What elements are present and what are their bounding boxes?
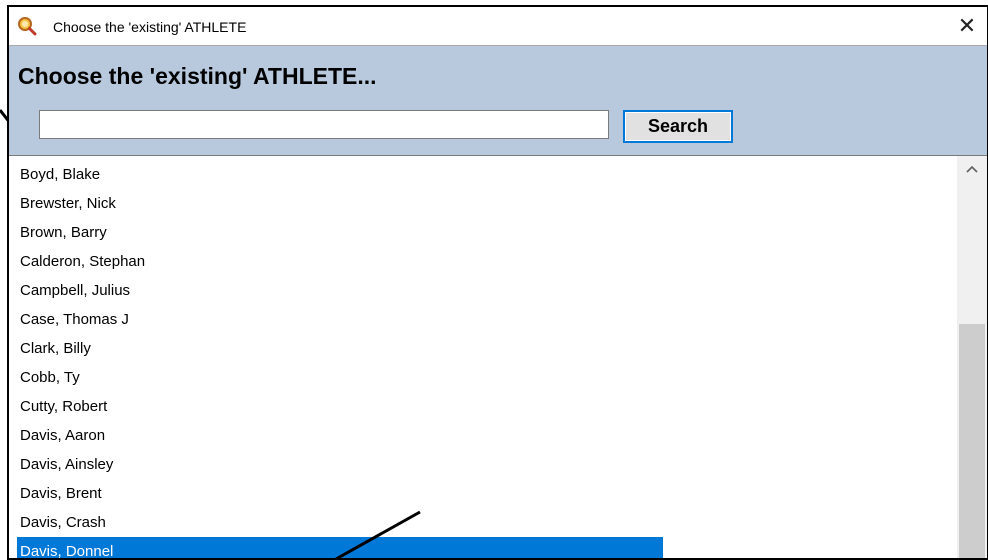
list-item[interactable]: Davis, Brent	[17, 479, 663, 508]
list-item[interactable]: Campbell, Julius	[17, 276, 663, 305]
list-item[interactable]: Calderon, Stephan	[17, 247, 663, 276]
list-item[interactable]: Brown, Barry	[17, 218, 663, 247]
close-button[interactable]: ✕	[947, 7, 987, 45]
list-item-selected[interactable]: Davis, Donnel	[17, 537, 663, 558]
close-icon[interactable]: ✕	[958, 13, 976, 39]
athlete-list: Boyd, Blake Brewster, Nick Brown, Barry Cal…	[17, 160, 957, 558]
page-title: Choose the 'existing' ATHLETE...	[18, 63, 377, 89]
list-item[interactable]: Cobb, Ty	[17, 363, 663, 392]
scroll-up-button[interactable]	[957, 156, 987, 182]
list-item[interactable]: Davis, Crash	[17, 508, 663, 537]
vertical-scrollbar[interactable]	[957, 156, 987, 558]
header-panel: Choose the 'existing' ATHLETE... Search	[9, 45, 987, 156]
dialog-window: Choose the 'existing' ATHLETE ✕ Choose t…	[7, 5, 988, 560]
magnifier-icon	[17, 16, 37, 36]
list-item[interactable]: Davis, Ainsley	[17, 450, 663, 479]
list-item[interactable]: Case, Thomas J	[17, 305, 663, 334]
list-item[interactable]: Cutty, Robert	[17, 392, 663, 421]
chevron-up-icon[interactable]	[966, 160, 978, 178]
list-item[interactable]: Clark, Billy	[17, 334, 663, 363]
athlete-list-box[interactable]: Boyd, Blake Brewster, Nick Brown, Barry Cal…	[9, 155, 987, 558]
list-item[interactable]: Boyd, Blake	[17, 160, 663, 189]
list-item[interactable]: Brewster, Nick	[17, 189, 663, 218]
search-button[interactable]: Search	[623, 110, 733, 143]
scrollbar-thumb[interactable]	[959, 324, 985, 558]
title-bar: Choose the 'existing' ATHLETE ✕	[9, 7, 987, 45]
window-title: Choose the 'existing' ATHLETE	[53, 19, 247, 35]
search-input[interactable]	[39, 110, 609, 139]
list-item[interactable]: Davis, Aaron	[17, 421, 663, 450]
